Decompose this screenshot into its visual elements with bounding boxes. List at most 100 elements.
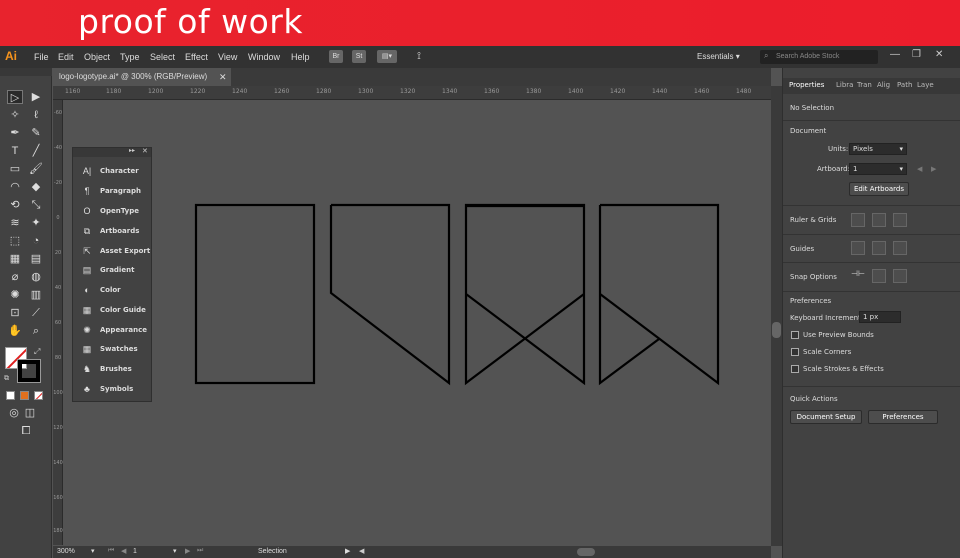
gradient-tool-icon[interactable]: ▤ [28, 252, 44, 266]
menu-type[interactable]: Type [120, 52, 140, 62]
eyedropper-tool-icon[interactable]: ⌀ [7, 270, 23, 284]
gpu-performance-icon[interactable]: ⟟ [412, 50, 426, 63]
document-setup-button[interactable]: Document Setup [790, 410, 862, 424]
panel-swatches[interactable]: ▦ Swatches [81, 342, 151, 358]
show-rulers-icon[interactable] [851, 213, 865, 227]
swap-fill-stroke-icon[interactable]: ⤢ [34, 347, 40, 357]
show-grid-icon[interactable] [872, 213, 886, 227]
artboard-tool-icon[interactable]: ⊡ [7, 306, 23, 320]
show-guides-icon[interactable] [851, 241, 865, 255]
scale-corners-checkbox[interactable] [791, 348, 799, 356]
direct-selection-tool-icon[interactable]: ▶ [28, 90, 44, 104]
scale-strokes-checkbox[interactable] [791, 365, 799, 373]
none-mode-icon[interactable] [34, 391, 43, 400]
tab-properties[interactable]: Properties [789, 81, 824, 89]
horizontal-scrollbar[interactable]: ◀ [357, 546, 771, 558]
menu-view[interactable]: View [218, 52, 237, 62]
lasso-tool-icon[interactable]: ℓ [28, 108, 44, 122]
snap-to-grid-icon[interactable] [893, 269, 907, 283]
last-artboard-icon[interactable]: ⏭ [197, 547, 203, 555]
menu-effect[interactable]: Effect [185, 52, 208, 62]
draw-mode-icon[interactable]: ◎ [6, 406, 22, 420]
logo-shape-bowtie-left[interactable] [464, 203, 586, 386]
blend-tool-icon[interactable]: ◍ [28, 270, 44, 284]
paintbrush-tool-icon[interactable]: 🖌 [28, 162, 44, 176]
panel-asset-export[interactable]: ⇱ Asset Export [81, 244, 151, 260]
zoom-tool-icon[interactable]: ⌕ [28, 324, 44, 338]
logo-shape-rectangle[interactable] [194, 203, 316, 385]
stroke-swatch[interactable] [17, 359, 41, 383]
document-tab[interactable]: logo-logotype.ai* @ 300% (RGB/Preview) [53, 68, 231, 86]
units-select[interactable]: Pixels ▾ [849, 143, 907, 155]
tab-close-icon[interactable]: ✕ [219, 68, 227, 86]
eraser-tool-icon[interactable]: ◆ [28, 180, 44, 194]
color-mode-icon[interactable] [6, 391, 15, 400]
shaper-tool-icon[interactable]: ◠ [7, 180, 23, 194]
edit-artboards-button[interactable]: Edit Artboards [849, 182, 909, 196]
preferences-button[interactable]: Preferences [868, 410, 938, 424]
width-tool-icon[interactable]: ≋ [7, 216, 23, 230]
restore-icon[interactable]: ❐ [912, 49, 921, 60]
selection-tool-icon[interactable]: ▷ [7, 90, 23, 104]
status-menu-icon[interactable]: ▶ [345, 547, 350, 555]
puppet-warp-tool-icon[interactable]: ✦ [28, 216, 44, 230]
menu-edit[interactable]: Edit [58, 52, 74, 62]
free-transform-tool-icon[interactable]: ⬚ [7, 234, 23, 248]
artboard-dropdown-icon[interactable]: ▾ [173, 547, 177, 555]
dock-header[interactable]: ▸▸ ✕ [73, 148, 151, 157]
default-colors-icon[interactable]: ⧉ [4, 375, 9, 383]
screen-mode-icon[interactable]: ⧠ [18, 424, 34, 438]
artboard-select[interactable]: 1 ▾ [849, 163, 907, 175]
panel-symbols[interactable]: ♣ Symbols [81, 382, 151, 398]
scale-tool-icon[interactable]: ⤡ [28, 198, 44, 212]
zoom-dropdown-icon[interactable]: ▾ [91, 547, 95, 555]
keyboard-increment-input[interactable]: 1 px [859, 311, 901, 323]
gradient-mode-icon[interactable] [20, 391, 29, 400]
draw-behind-icon[interactable]: ◫ [22, 406, 38, 420]
panel-brushes[interactable]: ♞ Brushes [81, 362, 151, 378]
tab-libraries[interactable]: Libra [836, 81, 853, 89]
lock-guides-icon[interactable] [872, 241, 886, 255]
stock-button[interactable]: St [352, 50, 366, 63]
panel-color-guide[interactable]: ▦ Color Guide [81, 303, 151, 319]
next-artboard-icon[interactable]: ▶ [185, 547, 190, 555]
menu-object[interactable]: Object [84, 52, 110, 62]
artboard-number[interactable]: 1 [133, 548, 137, 555]
column-graph-tool-icon[interactable]: ▥ [28, 288, 44, 302]
menu-window[interactable]: Window [248, 52, 280, 62]
rotate-tool-icon[interactable]: ⟲ [7, 198, 23, 212]
panel-gradient[interactable]: ▤ Gradient [81, 263, 151, 279]
tab-layers[interactable]: Laye [917, 81, 934, 89]
panel-artboards[interactable]: ⧉ Artboards [81, 224, 151, 240]
pen-tool-icon[interactable]: ✒ [7, 126, 23, 140]
dock-close-icon[interactable]: ✕ [142, 147, 148, 155]
vertical-scrollbar[interactable] [771, 86, 782, 546]
snap-to-point-icon[interactable]: ⊣⊢ [851, 269, 865, 283]
panel-appearance[interactable]: ✺ Appearance [81, 323, 151, 339]
curvature-tool-icon[interactable]: ✎ [28, 126, 44, 140]
prev-artboard-arrow-icon[interactable]: ◀ [917, 165, 922, 173]
snap-to-pixel-icon[interactable] [872, 269, 886, 283]
horizontal-scroll-thumb[interactable] [577, 548, 595, 556]
hand-tool-icon[interactable]: ✋ [7, 324, 23, 338]
artboard-canvas[interactable] [63, 100, 771, 545]
shape-builder-tool-icon[interactable]: ◔ [28, 234, 44, 248]
panel-opentype[interactable]: O OpenType [81, 204, 151, 220]
tab-pathfinder[interactable]: Path [897, 81, 912, 89]
close-icon[interactable]: ✕ [935, 49, 943, 60]
tab-align[interactable]: Alig [877, 81, 890, 89]
use-preview-bounds-checkbox[interactable] [791, 331, 799, 339]
minimize-icon[interactable]: — [890, 49, 900, 60]
expand-panels-icon[interactable]: ▸▸ [129, 147, 135, 154]
transparency-grid-icon[interactable] [893, 213, 907, 227]
bridge-button[interactable]: Br [329, 50, 343, 63]
rectangle-tool-icon[interactable]: ▭ [7, 162, 23, 176]
panel-color[interactable]: ◐ Color [81, 283, 151, 299]
tab-transform[interactable]: Tran [857, 81, 872, 89]
symbol-sprayer-tool-icon[interactable]: ✺ [7, 288, 23, 302]
stock-search-input[interactable]: Search Adobe Stock [760, 50, 878, 64]
type-tool-icon[interactable]: T [7, 144, 23, 158]
zoom-level[interactable]: 300% [57, 548, 75, 555]
next-artboard-arrow-icon[interactable]: ▶ [931, 165, 936, 173]
perspective-grid-tool-icon[interactable]: ▦ [7, 252, 23, 266]
